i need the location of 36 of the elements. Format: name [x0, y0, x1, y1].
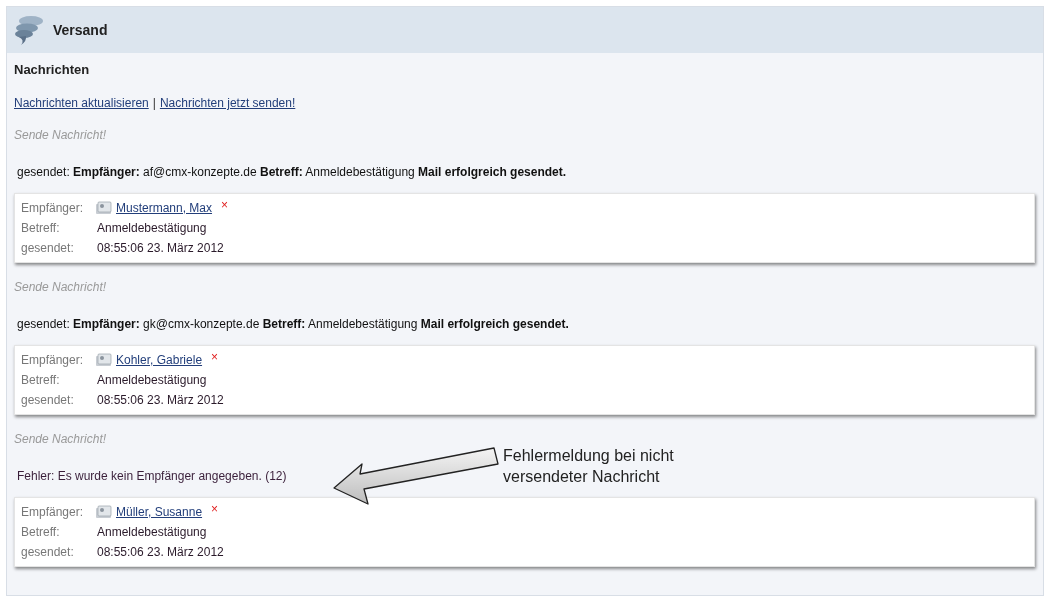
field-label: Empfänger:: [21, 353, 85, 367]
status-notice: Sende Nachricht!: [14, 280, 108, 296]
action-link[interactable]: Nachrichten jetzt senden!: [159, 96, 296, 110]
field-label: gesendet:: [21, 393, 75, 407]
recipient-link[interactable]: Kohler, Gabriele: [116, 353, 203, 367]
callout-text: Fehlermeldung bei nicht versendeter Nachricht: [503, 446, 675, 487]
contact-card-icon: [95, 353, 113, 367]
recipient-link[interactable]: Müller, Susanne: [116, 505, 203, 519]
field-label: Betreff:: [21, 373, 61, 387]
result-message: gesendet: Empfänger: gk@cmx-konzepte.de Betreff: Anmeldebestätigung Mail erfolgreich gesendet.: [16, 317, 569, 333]
field-label: Betreff:: [21, 221, 61, 235]
subject-value: Anmeldebestätigung: [97, 525, 207, 539]
field-label: gesendet:: [21, 241, 75, 255]
link-separator: |: [152, 96, 156, 110]
remove-button[interactable]: ×: [221, 198, 229, 212]
remove-button[interactable]: ×: [211, 502, 219, 516]
field-label: Empfänger:: [21, 505, 85, 519]
status-notice: Sende Nachricht!: [14, 432, 108, 448]
remove-button[interactable]: ×: [211, 350, 219, 364]
panel-title: Versand: [53, 22, 108, 38]
action-link[interactable]: Nachrichten aktualisieren: [14, 96, 149, 110]
subject-value: Anmeldebestätigung: [97, 373, 207, 387]
contact-card-icon: [95, 201, 113, 215]
date-value: 08:55:06 23. März 2012: [97, 241, 224, 255]
error-message: Fehler: Es wurde kein Empfänger angegeben. (12): [16, 469, 287, 485]
recipient-link[interactable]: Mustermann, Max: [116, 201, 213, 215]
status-notice: Sende Nachricht!: [14, 128, 108, 144]
contact-card-icon: [95, 505, 113, 519]
section-heading: Nachrichten: [14, 62, 91, 78]
field-label: Empfänger:: [21, 201, 85, 215]
date-value: 08:55:06 23. März 2012: [97, 393, 224, 407]
field-label: Betreff:: [21, 525, 61, 539]
date-value: 08:55:06 23. März 2012: [97, 545, 224, 559]
field-label: gesendet:: [21, 545, 75, 559]
subject-value: Anmeldebestätigung: [97, 221, 207, 235]
result-message: gesendet: Empfänger: af@cmx-konzepte.de Betreff: Anmeldebestätigung Mail erfolgreich gesendet.: [16, 165, 567, 181]
